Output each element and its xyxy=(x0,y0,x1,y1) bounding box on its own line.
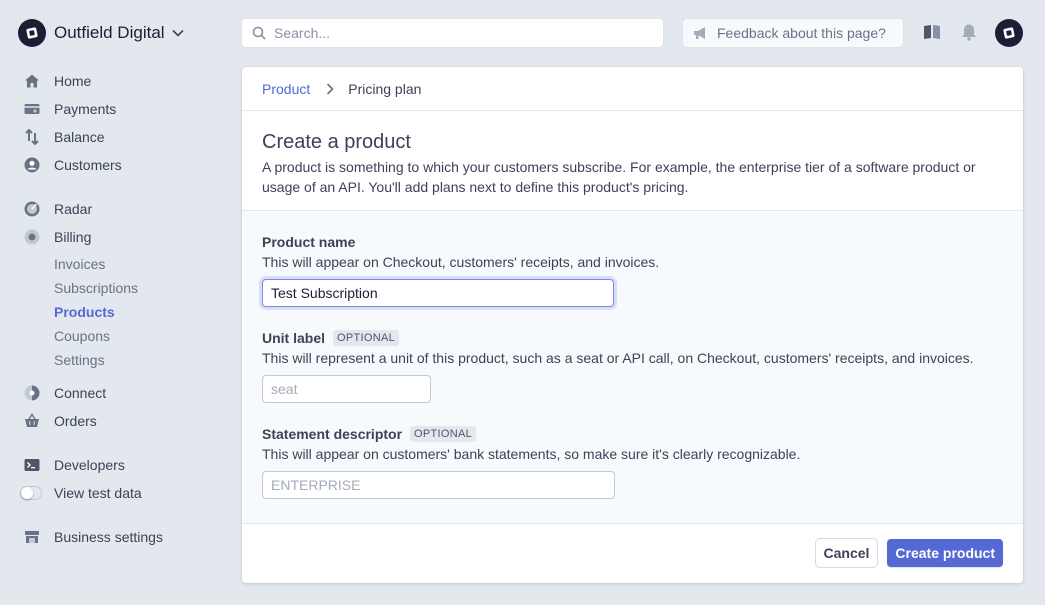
billing-icon xyxy=(24,229,40,245)
bell-icon[interactable] xyxy=(961,23,977,41)
statement-descriptor-label-text: Statement descriptor xyxy=(262,426,403,442)
nav-home[interactable]: Home xyxy=(24,70,91,92)
home-icon xyxy=(24,73,40,89)
nav-connect[interactable]: Connect xyxy=(24,382,106,404)
breadcrumb: Product Pricing plan xyxy=(242,67,1023,111)
nav-billing-label: Billing xyxy=(54,229,92,245)
nav-business-settings-label: Business settings xyxy=(54,529,163,545)
customers-icon xyxy=(24,157,40,173)
nav-billing-invoices[interactable]: Invoices xyxy=(54,256,105,272)
orders-basket-icon xyxy=(24,413,40,429)
breadcrumb-pricing-plan: Pricing plan xyxy=(348,80,422,97)
chevron-down-icon xyxy=(171,29,184,37)
product-name-field: Product name This will appear on Checkou… xyxy=(262,233,1003,307)
megaphone-icon xyxy=(693,26,709,40)
statement-descriptor-input[interactable] xyxy=(262,471,615,499)
nav-developers[interactable]: Developers xyxy=(24,454,125,476)
product-name-label-text: Product name xyxy=(262,234,356,250)
cancel-button[interactable]: Cancel xyxy=(815,539,878,567)
nav-orders[interactable]: Orders xyxy=(24,410,97,432)
connect-icon xyxy=(24,385,40,401)
account-logo-icon xyxy=(18,19,46,47)
nav-payments[interactable]: Payments xyxy=(24,98,116,120)
sidebar: Outfield Digital Home Payments Balance C… xyxy=(0,0,230,605)
nav-connect-label: Connect xyxy=(54,385,107,401)
page-title: Create a product xyxy=(262,131,411,153)
test-data-label: View test data xyxy=(54,485,142,501)
nav-billing-settings[interactable]: Settings xyxy=(54,352,105,368)
terminal-icon xyxy=(24,457,40,473)
payments-icon xyxy=(24,101,40,117)
statement-descriptor-help: This will appear on customers' bank stat… xyxy=(262,446,801,462)
search-icon xyxy=(252,26,266,40)
balance-arrows-icon xyxy=(24,129,40,145)
search-input[interactable] xyxy=(274,25,654,41)
feedback-label: Feedback about this page? xyxy=(717,25,886,41)
account-name: Outfield Digital xyxy=(54,23,165,42)
account-switcher[interactable]: Outfield Digital xyxy=(18,19,184,47)
toggle-switch[interactable] xyxy=(20,486,42,500)
search-bar[interactable] xyxy=(242,19,663,47)
nav-business-settings[interactable]: Business settings xyxy=(24,526,163,548)
feedback-button[interactable]: Feedback about this page? xyxy=(683,19,903,47)
create-product-card: Product Pricing plan Create a product A … xyxy=(242,67,1023,583)
unit-label-field: Unit label OPTIONAL This will represent … xyxy=(262,329,1003,403)
optional-badge: OPTIONAL xyxy=(410,426,477,442)
radar-icon xyxy=(24,201,40,217)
nav-balance-label: Balance xyxy=(54,129,105,145)
product-form: Product name This will appear on Checkou… xyxy=(242,211,1023,524)
nav-billing-coupons[interactable]: Coupons xyxy=(54,328,110,344)
unit-label-label: Unit label OPTIONAL xyxy=(262,329,1003,347)
breadcrumb-product[interactable]: Product xyxy=(262,81,310,97)
chevron-right-icon xyxy=(326,82,334,95)
optional-badge: OPTIONAL xyxy=(333,330,400,346)
unit-label-help: This will represent a unit of this produ… xyxy=(262,350,974,366)
nav-customers[interactable]: Customers xyxy=(24,154,122,176)
nav-billing-products[interactable]: Products xyxy=(54,304,115,320)
app-root: Outfield Digital Home Payments Balance C… xyxy=(0,0,1045,605)
nav-radar-label: Radar xyxy=(54,201,93,217)
nav-orders-label: Orders xyxy=(54,413,97,429)
unit-label-label-text: Unit label xyxy=(262,330,326,346)
statement-descriptor-label: Statement descriptor OPTIONAL xyxy=(262,425,1003,443)
test-data-toggle[interactable]: View test data xyxy=(20,482,142,504)
docs-book-icon[interactable] xyxy=(923,23,941,41)
nav-radar[interactable]: Radar xyxy=(24,198,92,220)
avatar[interactable] xyxy=(995,19,1023,47)
nav-balance[interactable]: Balance xyxy=(24,126,105,148)
product-name-help: This will appear on Checkout, customers'… xyxy=(262,254,660,270)
nav-payments-label: Payments xyxy=(54,101,117,117)
intro-section: Create a product A product is something … xyxy=(242,111,1023,211)
nav-customers-label: Customers xyxy=(54,157,122,173)
nav-developers-label: Developers xyxy=(54,457,125,473)
nav-home-label: Home xyxy=(54,73,92,89)
product-name-input[interactable] xyxy=(262,279,614,307)
page-description: A product is something to which your cus… xyxy=(262,159,976,195)
form-footer: Cancel Create product xyxy=(242,524,1023,582)
statement-descriptor-field: Statement descriptor OPTIONAL This will … xyxy=(262,425,1003,499)
product-name-label: Product name xyxy=(262,233,1003,251)
unit-label-input[interactable] xyxy=(262,375,431,403)
create-product-button[interactable]: Create product xyxy=(887,539,1003,567)
nav-billing-subscriptions[interactable]: Subscriptions xyxy=(54,280,138,296)
storefront-icon xyxy=(24,529,40,545)
nav-billing[interactable]: Billing xyxy=(24,226,91,248)
